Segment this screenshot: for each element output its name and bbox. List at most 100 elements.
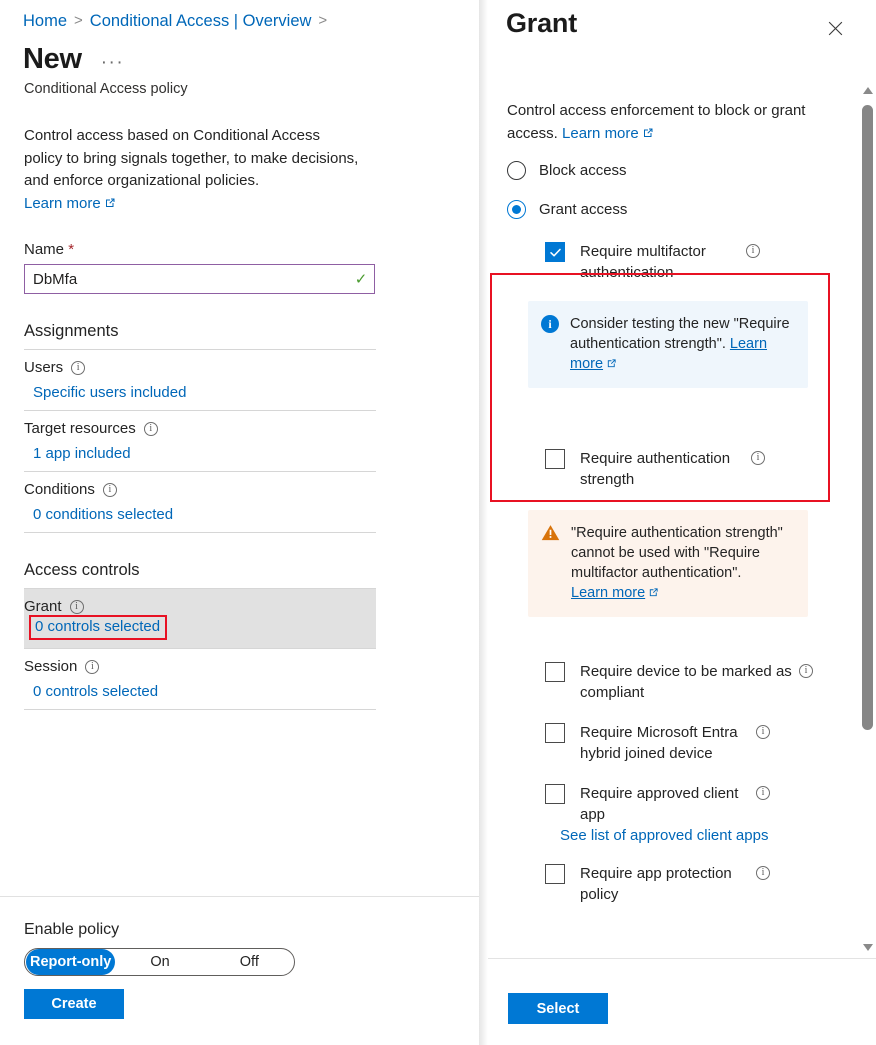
- create-button[interactable]: Create: [24, 989, 124, 1019]
- checkbox-row-require-mfa[interactable]: Require multifactor authentication i: [488, 220, 876, 283]
- breadcrumb-separator-icon: >: [74, 10, 83, 32]
- select-button[interactable]: Select: [508, 993, 608, 1024]
- grant-value-annotation: 0 controls selected: [29, 615, 167, 640]
- grant-blade-footer: Select: [488, 958, 876, 1045]
- info-icon[interactable]: i: [746, 244, 760, 258]
- checkbox-require-auth-strength[interactable]: [545, 449, 565, 469]
- close-icon[interactable]: [822, 15, 848, 41]
- grant-value-link[interactable]: 0 controls selected: [35, 618, 160, 635]
- breadcrumb-item-conditional-access-overview[interactable]: Conditional Access | Overview: [90, 10, 312, 32]
- info-icon[interactable]: i: [103, 483, 117, 497]
- warning-message-learn-more-link[interactable]: Learn more: [571, 585, 645, 601]
- info-message-text: Consider testing the new "Require authen…: [570, 314, 794, 374]
- policy-intro-text: Control access based on Conditional Acce…: [0, 99, 360, 215]
- scroll-up-arrow-icon[interactable]: [859, 82, 876, 99]
- info-icon[interactable]: i: [85, 660, 99, 674]
- toggle-option-on[interactable]: On: [115, 949, 204, 975]
- approved-client-apps-link-row: See list of approved client apps: [488, 825, 876, 845]
- target-resources-label: Target resources: [24, 420, 136, 437]
- access-controls-section: Access controls Grant i 0 controls selec…: [0, 533, 376, 710]
- grant-label-row: Grant i: [24, 598, 376, 615]
- grant-label: Grant: [24, 598, 62, 615]
- policy-name-label: Name *: [24, 241, 479, 258]
- info-icon[interactable]: i: [144, 422, 158, 436]
- enable-policy-toggle[interactable]: Report-only On Off: [24, 948, 295, 976]
- radio-row-grant-access[interactable]: Grant access: [488, 181, 876, 220]
- checkbox-row-auth-strength[interactable]: Require authentication strength i: [488, 388, 876, 490]
- external-link-icon: [642, 124, 654, 136]
- checkbox-label-hybrid-joined: Require Microsoft Entra hybrid joined de…: [565, 722, 750, 764]
- page-subtitle: Conditional Access policy: [0, 77, 479, 99]
- info-icon[interactable]: i: [70, 600, 84, 614]
- breadcrumb: Home > Conditional Access | Overview >: [0, 0, 479, 32]
- radio-row-block-access[interactable]: Block access: [488, 145, 876, 181]
- scrollbar-thumb[interactable]: [862, 105, 873, 730]
- checkbox-label-auth-strength: Require authentication strength: [565, 448, 745, 490]
- assignments-heading: Assignments: [24, 294, 376, 349]
- warning-message-auth-strength-conflict: "Require authentication strength" cannot…: [528, 510, 808, 617]
- grant-blade: Grant Control access enforcement to bloc…: [488, 0, 876, 1045]
- breadcrumb-separator-icon: >: [318, 10, 327, 32]
- access-control-row-session: Session i 0 controls selected: [24, 649, 376, 709]
- session-value-link[interactable]: 0 controls selected: [24, 675, 158, 700]
- checkbox-row-device-compliant[interactable]: Require device to be marked as compliant…: [488, 617, 876, 703]
- page-title: New: [23, 41, 82, 77]
- users-label: Users: [24, 359, 63, 376]
- checkbox-require-approved-client-app[interactable]: [545, 784, 565, 804]
- checkbox-row-hybrid-joined[interactable]: Require Microsoft Entra hybrid joined de…: [488, 703, 876, 764]
- see-approved-client-apps-link[interactable]: See list of approved client apps: [560, 827, 768, 844]
- conditions-value-link[interactable]: 0 conditions selected: [24, 498, 173, 523]
- target-resources-label-row: Target resources i: [24, 420, 376, 437]
- new-policy-form-scroll: Home > Conditional Access | Overview > N…: [0, 0, 479, 896]
- checkbox-label-app-protection-policy: Require app protection policy: [565, 863, 750, 905]
- checkbox-require-device-compliant[interactable]: [545, 662, 565, 682]
- target-resources-value-link[interactable]: 1 app included: [24, 437, 131, 462]
- checkbox-row-approved-client-app[interactable]: Require approved client app i: [488, 764, 876, 825]
- checkbox-require-app-protection-policy[interactable]: [545, 864, 565, 884]
- grant-description: Control access enforcement to block or g…: [488, 74, 808, 145]
- warning-message-text: "Require authentication strength" cannot…: [571, 523, 794, 603]
- required-indicator: *: [68, 241, 74, 258]
- radio-block-access[interactable]: [507, 161, 526, 180]
- info-filled-icon: i: [541, 315, 559, 333]
- checkbox-label-approved-client-app: Require approved client app: [565, 783, 750, 825]
- more-options-button[interactable]: ···: [98, 52, 127, 74]
- external-link-icon: [648, 584, 660, 596]
- assignment-row-conditions: Conditions i 0 conditions selected: [24, 472, 376, 532]
- policy-name-input-wrapper[interactable]: ✓: [24, 264, 375, 294]
- breadcrumb-item-home[interactable]: Home: [23, 10, 67, 32]
- info-icon[interactable]: i: [756, 866, 770, 880]
- users-value-link[interactable]: Specific users included: [24, 376, 186, 401]
- blade-scrollbar[interactable]: [859, 80, 876, 958]
- info-icon[interactable]: i: [71, 361, 85, 375]
- warning-message-body: "Require authentication strength" cannot…: [571, 525, 783, 581]
- grant-learn-more-link[interactable]: Learn more: [562, 125, 639, 142]
- enable-policy-label: Enable policy: [0, 897, 479, 939]
- access-controls-heading: Access controls: [24, 533, 376, 588]
- info-icon[interactable]: i: [751, 451, 765, 465]
- access-control-row-grant[interactable]: Grant i 0 controls selected: [24, 589, 376, 648]
- session-label-row: Session i: [24, 658, 376, 675]
- toggle-option-off[interactable]: Off: [205, 949, 294, 975]
- panel-edge-shadow: [479, 0, 488, 1045]
- policy-name-input[interactable]: [25, 265, 348, 293]
- warning-triangle-icon: [541, 524, 560, 542]
- info-icon[interactable]: i: [756, 725, 770, 739]
- radio-grant-access[interactable]: [507, 200, 526, 219]
- checkbox-require-hybrid-joined-device[interactable]: [545, 723, 565, 743]
- grant-description-text: Control access enforcement to block or g…: [507, 102, 805, 142]
- toggle-option-report-only[interactable]: Report-only: [26, 949, 115, 975]
- external-link-icon: [606, 355, 618, 367]
- info-icon[interactable]: i: [799, 664, 813, 678]
- session-label: Session: [24, 658, 77, 675]
- policy-name-field-group: Name * ✓: [0, 215, 479, 294]
- checkbox-require-mfa[interactable]: [545, 242, 565, 262]
- checkbox-row-app-protection-policy[interactable]: Require app protection policy i: [488, 845, 876, 905]
- policy-learn-more-link[interactable]: Learn more: [24, 195, 101, 212]
- policy-intro-body: Control access based on Conditional Acce…: [24, 127, 358, 189]
- info-icon[interactable]: i: [756, 786, 770, 800]
- scroll-down-arrow-icon[interactable]: [859, 939, 876, 956]
- users-label-row: Users i: [24, 359, 376, 376]
- policy-footer: Enable policy Report-only On Off Create: [0, 896, 479, 1045]
- grant-blade-header: Grant: [488, 0, 876, 74]
